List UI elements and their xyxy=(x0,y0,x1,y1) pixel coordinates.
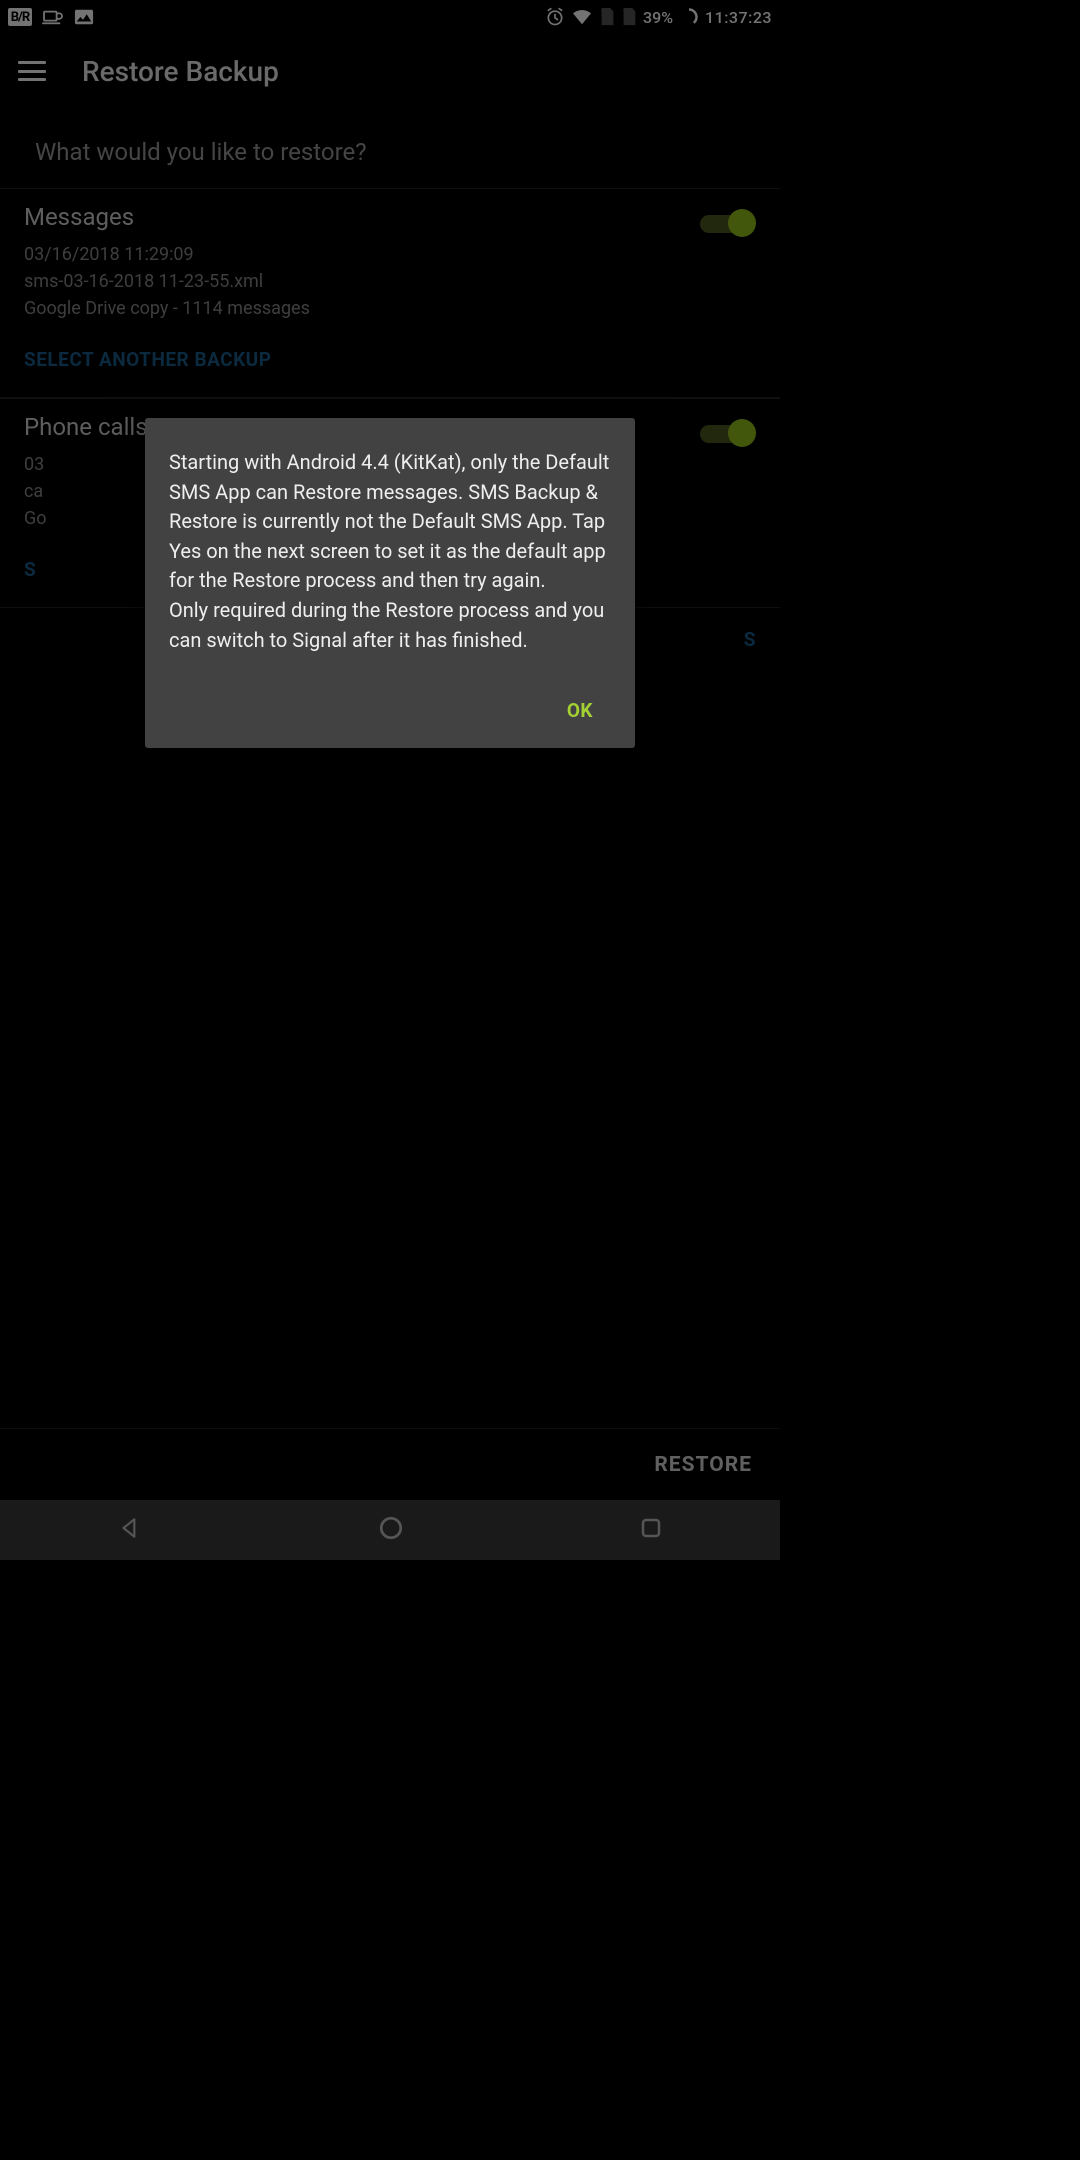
dialog-scrim[interactable] xyxy=(0,0,780,1560)
dialog-message: Starting with Android 4.4 (KitKat), only… xyxy=(169,448,611,655)
default-sms-dialog: Starting with Android 4.4 (KitKat), only… xyxy=(145,418,635,748)
dialog-actions: OK xyxy=(169,685,611,736)
screen: B/R 39% 11:37:23 xyxy=(0,0,780,1560)
ok-button[interactable]: OK xyxy=(557,691,603,730)
